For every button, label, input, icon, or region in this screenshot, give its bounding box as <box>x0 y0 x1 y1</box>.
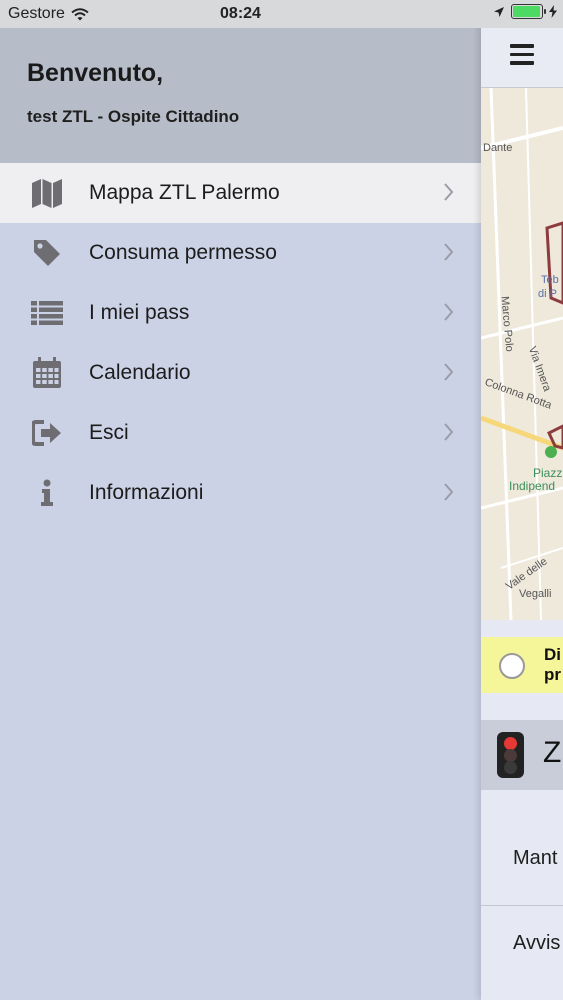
chevron-right-icon <box>444 483 454 501</box>
traffic-light-icon <box>497 732 524 778</box>
radio-circle-icon[interactable] <box>499 653 525 679</box>
location-arrow-icon <box>494 6 504 17</box>
map-label: Piazz <box>533 466 563 480</box>
ztl-title: Z <box>543 736 562 769</box>
chevron-right-icon <box>444 243 454 261</box>
menu-label-calendario: Calendario <box>89 361 191 384</box>
calendar-icon <box>30 356 64 390</box>
banner-line-1: Di <box>544 645 561 664</box>
menu-label-pass: I miei pass <box>89 301 190 324</box>
menu-item-i-miei-pass[interactable]: I miei pass <box>0 283 481 343</box>
hamburger-menu-icon[interactable] <box>510 44 534 66</box>
menu-item-mappa-ztl[interactable]: Mappa ZTL Palermo <box>0 163 481 223</box>
menu-label-mappa: Mappa ZTL Palermo <box>89 181 280 204</box>
ztl-status-row: Z <box>481 720 563 790</box>
menu-label-consuma: Consuma permesso <box>89 241 277 264</box>
chevron-right-icon <box>444 303 454 321</box>
setting-label-avvis[interactable]: Avvis <box>513 932 560 955</box>
main-content-panel[interactable]: Dante Teb di P Marco Polo Via Imera Colo… <box>481 0 563 1000</box>
status-right <box>493 4 557 19</box>
ztl-map[interactable]: Dante Teb di P Marco Polo Via Imera Colo… <box>481 88 563 620</box>
map-icon <box>30 176 64 210</box>
charging-bolt-icon <box>549 5 557 18</box>
map-label: di P <box>538 288 557 300</box>
menu-item-consuma-permesso[interactable]: Consuma permesso <box>0 223 481 283</box>
menu-item-informazioni[interactable]: Informazioni <box>0 463 481 523</box>
sign-out-icon <box>30 416 64 450</box>
banner-line-2: pr <box>544 665 561 684</box>
chevron-right-icon <box>444 423 454 441</box>
map-streets <box>481 88 563 620</box>
map-label: Dante <box>483 142 513 154</box>
tag-icon <box>30 236 64 270</box>
menu-label-esci: Esci <box>89 421 129 444</box>
chevron-right-icon <box>444 363 454 381</box>
battery-icon <box>511 4 546 19</box>
banner-text: Di pr <box>544 645 561 685</box>
info-icon <box>30 476 64 510</box>
side-drawer: Benvenuto, test ZTL - Ospite Cittadino M… <box>0 0 481 1000</box>
drawer-menu: Mappa ZTL Palermo Consuma permesso I mie… <box>0 163 481 523</box>
status-time: 08:24 <box>220 5 261 22</box>
user-profile-label: test ZTL - Ospite Cittadino <box>27 107 240 126</box>
list-icon <box>30 296 64 330</box>
map-label: Teb <box>541 274 559 286</box>
chevron-right-icon <box>444 183 454 201</box>
map-label: Indipend <box>509 479 556 493</box>
divider <box>481 905 563 906</box>
map-label: Vegalli <box>519 588 552 600</box>
menu-label-informazioni: Informazioni <box>89 481 204 504</box>
nav-bar <box>481 28 563 88</box>
menu-item-calendario[interactable]: Calendario <box>0 343 481 403</box>
info-banner[interactable]: Di pr <box>481 637 563 693</box>
drawer-header: Benvenuto, test ZTL - Ospite Cittadino <box>0 28 481 163</box>
status-bar: Gestore 08:24 <box>0 0 563 28</box>
menu-item-esci[interactable]: Esci <box>0 403 481 463</box>
setting-label-mant[interactable]: Mant <box>513 847 557 870</box>
welcome-title: Benvenuto, <box>27 59 164 87</box>
